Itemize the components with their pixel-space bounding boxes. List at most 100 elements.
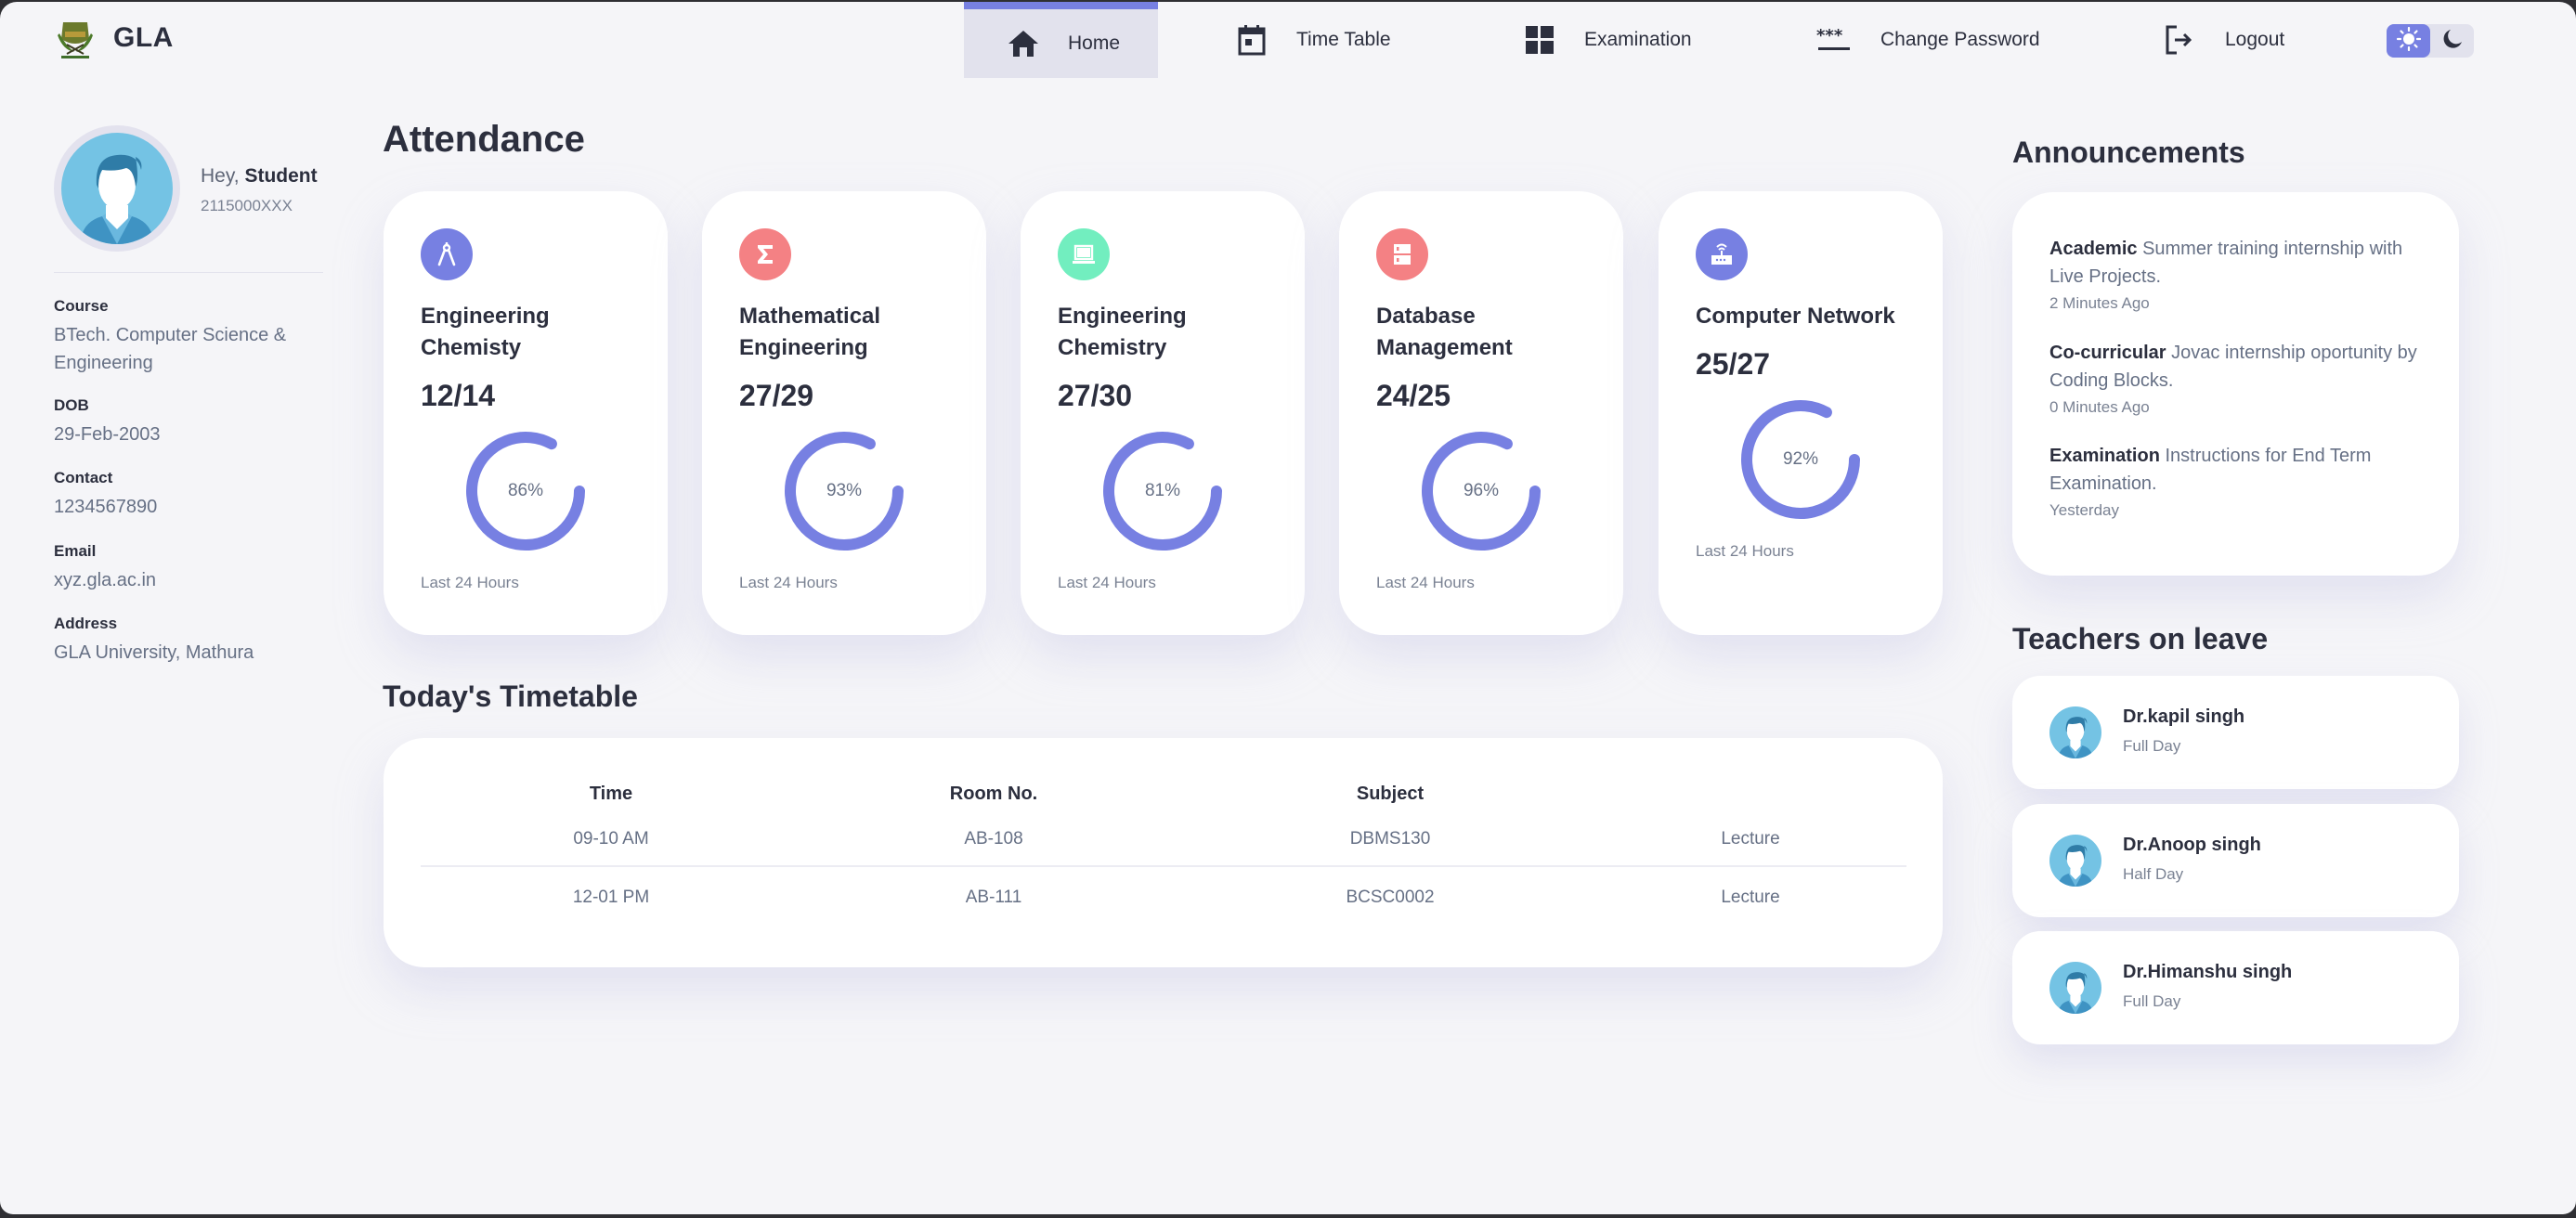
attendance-card[interactable]: Database Management 24/25 96% Last 24 Ho…	[1339, 191, 1623, 635]
attended-count: 24/25	[1376, 379, 1451, 412]
announcement-time: 0 Minutes Ago	[2049, 398, 2150, 416]
attendance-heading: Attendance	[383, 119, 585, 160]
attendance-percent: 86%	[507, 481, 544, 500]
teacher-leave-card[interactable]: Dr.Himanshu singh Full Day	[2012, 931, 2459, 1044]
teacher-name: Dr.Anoop singh	[2123, 835, 2261, 855]
teacher-name: Dr.Himanshu singh	[2123, 962, 2293, 982]
teacher-avatar	[2049, 835, 2101, 887]
announcement-item[interactable]: Examination Instructions for End Term Ex…	[2049, 442, 2430, 520]
attendance-percent: 96%	[1463, 481, 1500, 500]
teacher-avatar	[2049, 962, 2101, 1014]
table-row: 12-01 PM AB-111 BCSC0002 Lecture	[421, 866, 1906, 927]
column-header-time: Time	[589, 783, 633, 804]
brand-name: GLA	[113, 22, 174, 53]
profile-address: Address GLA University, Mathura	[54, 615, 254, 663]
attendance-card[interactable]: Mathematical Engineering 27/29 93% Last …	[702, 191, 986, 635]
period-label: Last 24 Hours	[421, 574, 519, 591]
cell-room: AB-111	[965, 887, 1022, 907]
leave-type: Full Day	[2123, 737, 2181, 755]
svg-text:***: ***	[1816, 28, 1843, 45]
column-header-subject: Subject	[1356, 783, 1425, 804]
top-navbar: GLA Home Time Table Examination *** Chan…	[0, 2, 2576, 78]
announcement-category: Examination	[2049, 446, 2160, 466]
gla-logo[interactable]	[54, 17, 97, 61]
attendance-percent: 92%	[1782, 449, 1819, 469]
grid-icon	[1523, 23, 1556, 57]
nav-change-password[interactable]: *** Change Password	[1815, 2, 2040, 78]
nav-home[interactable]: Home	[964, 2, 1158, 78]
cell-subject: BCSC0002	[1346, 887, 1435, 907]
table-header-row: Time Room No. Subject	[421, 775, 1906, 812]
cell-type: Lecture	[1721, 887, 1780, 907]
dark-mode-button[interactable]	[2430, 24, 2474, 58]
announcement-category: Academic	[2049, 239, 2138, 259]
announcement-item[interactable]: Academic Summer training internship with…	[2049, 235, 2430, 313]
attendance-card[interactable]: Engineering Chemisty 12/14 86% Last 24 H…	[384, 191, 668, 635]
greeting: Hey, Student	[201, 165, 318, 187]
announcement-time: Yesterday	[2049, 501, 2119, 519]
subject-name: Computer Network	[1696, 304, 1895, 329]
period-label: Last 24 Hours	[1696, 542, 1794, 560]
attendance-percent: 93%	[826, 481, 863, 500]
announcements-heading: Announcements	[2012, 136, 2245, 169]
attended-count: 27/30	[1058, 379, 1133, 412]
nav-examination[interactable]: Examination	[1523, 2, 1692, 78]
timetable-heading: Today's Timetable	[383, 680, 638, 713]
announcement-time: 2 Minutes Ago	[2049, 294, 2150, 312]
attended-count: 27/29	[739, 379, 814, 412]
dashboard-page: GLA Home Time Table Examination *** Chan…	[0, 2, 2576, 1214]
cell-time: 09-10 AM	[421, 812, 801, 867]
theme-toggle	[2387, 24, 2474, 58]
attendance-ring: 93%	[782, 429, 906, 553]
router-icon	[1696, 228, 1748, 280]
nav-examination-label: Examination	[1584, 29, 1692, 50]
cell-time: 12-01 PM	[572, 887, 650, 907]
subject-name: Database Management	[1376, 304, 1513, 360]
teachers-on-leave-heading: Teachers on leave	[2012, 622, 2269, 655]
nav-logout[interactable]: Logout	[2164, 2, 2284, 78]
profile-dob: DOB 29-Feb-2003	[54, 396, 161, 445]
calendar-icon	[1235, 23, 1268, 57]
attendance-ring: 96%	[1419, 429, 1543, 553]
light-mode-button[interactable]	[2387, 24, 2430, 58]
teacher-avatar	[2049, 706, 2101, 758]
roll-number: 2115000XXX	[201, 197, 293, 214]
announcement-item[interactable]: Co-curricular Jovac internship oportunit…	[2049, 339, 2430, 417]
attendance-ring: 86%	[463, 429, 588, 553]
student-avatar	[54, 125, 180, 252]
attendance-card[interactable]: Computer Network 25/27 92% Last 24 Hours	[1659, 191, 1943, 635]
laptop-icon	[1058, 228, 1110, 280]
profile-course: Course BTech. Computer Science & Enginee…	[54, 297, 287, 373]
nav-home-label: Home	[1068, 32, 1121, 54]
sigma-icon	[739, 228, 791, 280]
cell-subject: DBMS130	[1186, 812, 1594, 867]
teacher-leave-card[interactable]: Dr.kapil singh Full Day	[2012, 676, 2459, 789]
teacher-name: Dr.kapil singh	[2123, 706, 2245, 727]
nav-time-table[interactable]: Time Table	[1235, 2, 1391, 78]
table-row: 09-10 AM AB-108 DBMS130 Lecture	[421, 812, 1906, 867]
teacher-leave-card[interactable]: Dr.Anoop singh Half Day	[2012, 804, 2459, 917]
cell-type: Lecture	[1594, 812, 1906, 867]
attendance-card[interactable]: Engineering Chemistry 27/30 81% Last 24 …	[1021, 191, 1305, 635]
leave-type: Half Day	[2123, 865, 2184, 883]
moon-icon	[2442, 29, 2463, 54]
leave-type: Full Day	[2123, 992, 2181, 1010]
attended-count: 12/14	[421, 379, 496, 412]
cell-room: AB-108	[801, 812, 1186, 867]
server-icon	[1376, 228, 1428, 280]
student-name: Student	[244, 165, 318, 187]
period-label: Last 24 Hours	[739, 574, 838, 591]
timetable-table: Time Room No. Subject 09-10 AM AB-108 DB…	[421, 775, 1906, 927]
password-icon: ***	[1815, 23, 1853, 57]
logout-icon	[2164, 23, 2197, 57]
home-icon	[1007, 27, 1040, 60]
sun-icon	[2396, 26, 2421, 56]
announcement-category: Co-curricular	[2049, 343, 2166, 363]
compass-icon	[421, 228, 473, 280]
attendance-percent: 81%	[1144, 481, 1181, 500]
nav-logout-label: Logout	[2225, 29, 2285, 50]
column-header-room: Room No.	[949, 783, 1038, 804]
nav-change-password-label: Change Password	[1880, 29, 2040, 50]
column-header-type	[1594, 775, 1906, 812]
attended-count: 25/27	[1696, 347, 1771, 381]
